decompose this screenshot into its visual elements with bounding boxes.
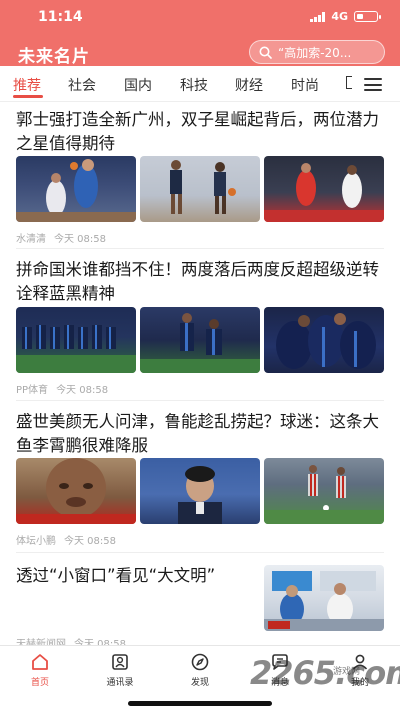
status-time: 11:14 [38, 9, 83, 25]
signal-icon [310, 11, 326, 22]
search-icon [259, 46, 272, 59]
nav-label: 发现 [190, 678, 209, 688]
basketball-training-photo [140, 156, 260, 222]
article-images [16, 458, 384, 524]
article-meta: 体坛小鹏 今天 08:58 [16, 532, 116, 547]
football-player-closeup-photo [16, 458, 136, 524]
article-item[interactable]: 郭士强打造全新广州，双子星崛起背后，两位潜力之星值得期待 水清清 今天 08:5… [16, 108, 384, 245]
category-tabs: 推荐 社会 国内 科技 财经 时尚 [0, 66, 400, 102]
app-header: 11:14 4G 未来名片 “高加索-20... [0, 0, 400, 67]
coach-press-conference-photo [140, 458, 260, 524]
status-indicators: 4G [310, 10, 381, 23]
article-item[interactable]: 透过“小窗口”看见“大文明” 天赫新闻网今天 08:58 [16, 564, 384, 650]
tab-society[interactable]: 社会 [68, 75, 96, 95]
tab-more-partial[interactable] [346, 76, 352, 89]
article-images [16, 156, 384, 222]
article-time: 今天 08:58 [64, 536, 116, 547]
watermark: 2265.com [250, 654, 400, 692]
article-time: 今天 08:58 [54, 234, 106, 245]
nav-contacts[interactable]: 通讯录 [90, 652, 150, 688]
tab-recommend[interactable]: 推荐 [13, 75, 41, 95]
divider [16, 552, 384, 553]
article-source: 水清清 [16, 234, 46, 245]
article-title: 盛世美颜无人问津，鲁能趁乱捞起？球迷：这条大鱼李霄鹏很难降服 [16, 412, 379, 455]
article-meta: 水清清 今天 08:58 [16, 230, 106, 245]
article-source: PP体育 [16, 385, 49, 396]
home-icon [32, 654, 48, 670]
contacts-icon [112, 654, 128, 670]
article-item[interactable]: 拼命国米谁都挡不住！两度落后两度反超超级逆转诠释蓝黑精神 PP体育 今天 08:… [16, 258, 384, 396]
discover-icon [191, 653, 209, 671]
tab-active-indicator [13, 95, 43, 98]
app-logo: 未来名片 [18, 47, 90, 67]
divider [16, 248, 384, 249]
article-title: 拼命国米谁都挡不住！两度落后两度反超超级逆转诠释蓝黑精神 [16, 260, 379, 303]
article-time: 今天 08:58 [56, 385, 109, 396]
network-label: 4G [331, 10, 348, 23]
article-title: 透过“小窗口”看见“大文明” [16, 566, 216, 585]
watermark-sub: 游戏网 [333, 667, 361, 677]
nav-label: 通讯录 [106, 678, 134, 688]
home-indicator [128, 701, 272, 706]
article-source: 体坛小鹏 [16, 536, 56, 547]
tab-domestic[interactable]: 国内 [124, 75, 152, 95]
inter-team-lineup-photo [16, 307, 136, 373]
article-title: 郭士强打造全新广州，双子星崛起背后，两位潜力之星值得期待 [16, 110, 379, 153]
nav-home[interactable]: 首页 [10, 652, 70, 688]
article-meta: PP体育 今天 08:58 [16, 381, 108, 396]
basketball-game-photo [264, 156, 384, 222]
nav-discover[interactable]: 发现 [170, 652, 230, 688]
inter-players-photo [140, 307, 260, 373]
article-images [16, 307, 384, 373]
battery-icon [354, 11, 381, 22]
menu-icon[interactable] [364, 78, 382, 91]
search-placeholder: “高加索-20... [278, 45, 352, 60]
tab-tech[interactable]: 科技 [180, 75, 208, 95]
service-window-photo [264, 565, 384, 631]
tab-fashion[interactable]: 时尚 [291, 75, 319, 95]
article-item[interactable]: 盛世美颜无人问津，鲁能趁乱捞起？球迷：这条大鱼李霄鹏很难降服 体坛小鹏 今天 0… [16, 410, 384, 547]
divider [16, 400, 384, 401]
football-match-photo [264, 458, 384, 524]
tab-finance[interactable]: 财经 [235, 75, 263, 95]
search-box[interactable]: “高加索-20... [249, 40, 385, 64]
basketball-dunk-photo [16, 156, 136, 222]
inter-celebration-photo [264, 307, 384, 373]
nav-label: 首页 [30, 678, 49, 688]
